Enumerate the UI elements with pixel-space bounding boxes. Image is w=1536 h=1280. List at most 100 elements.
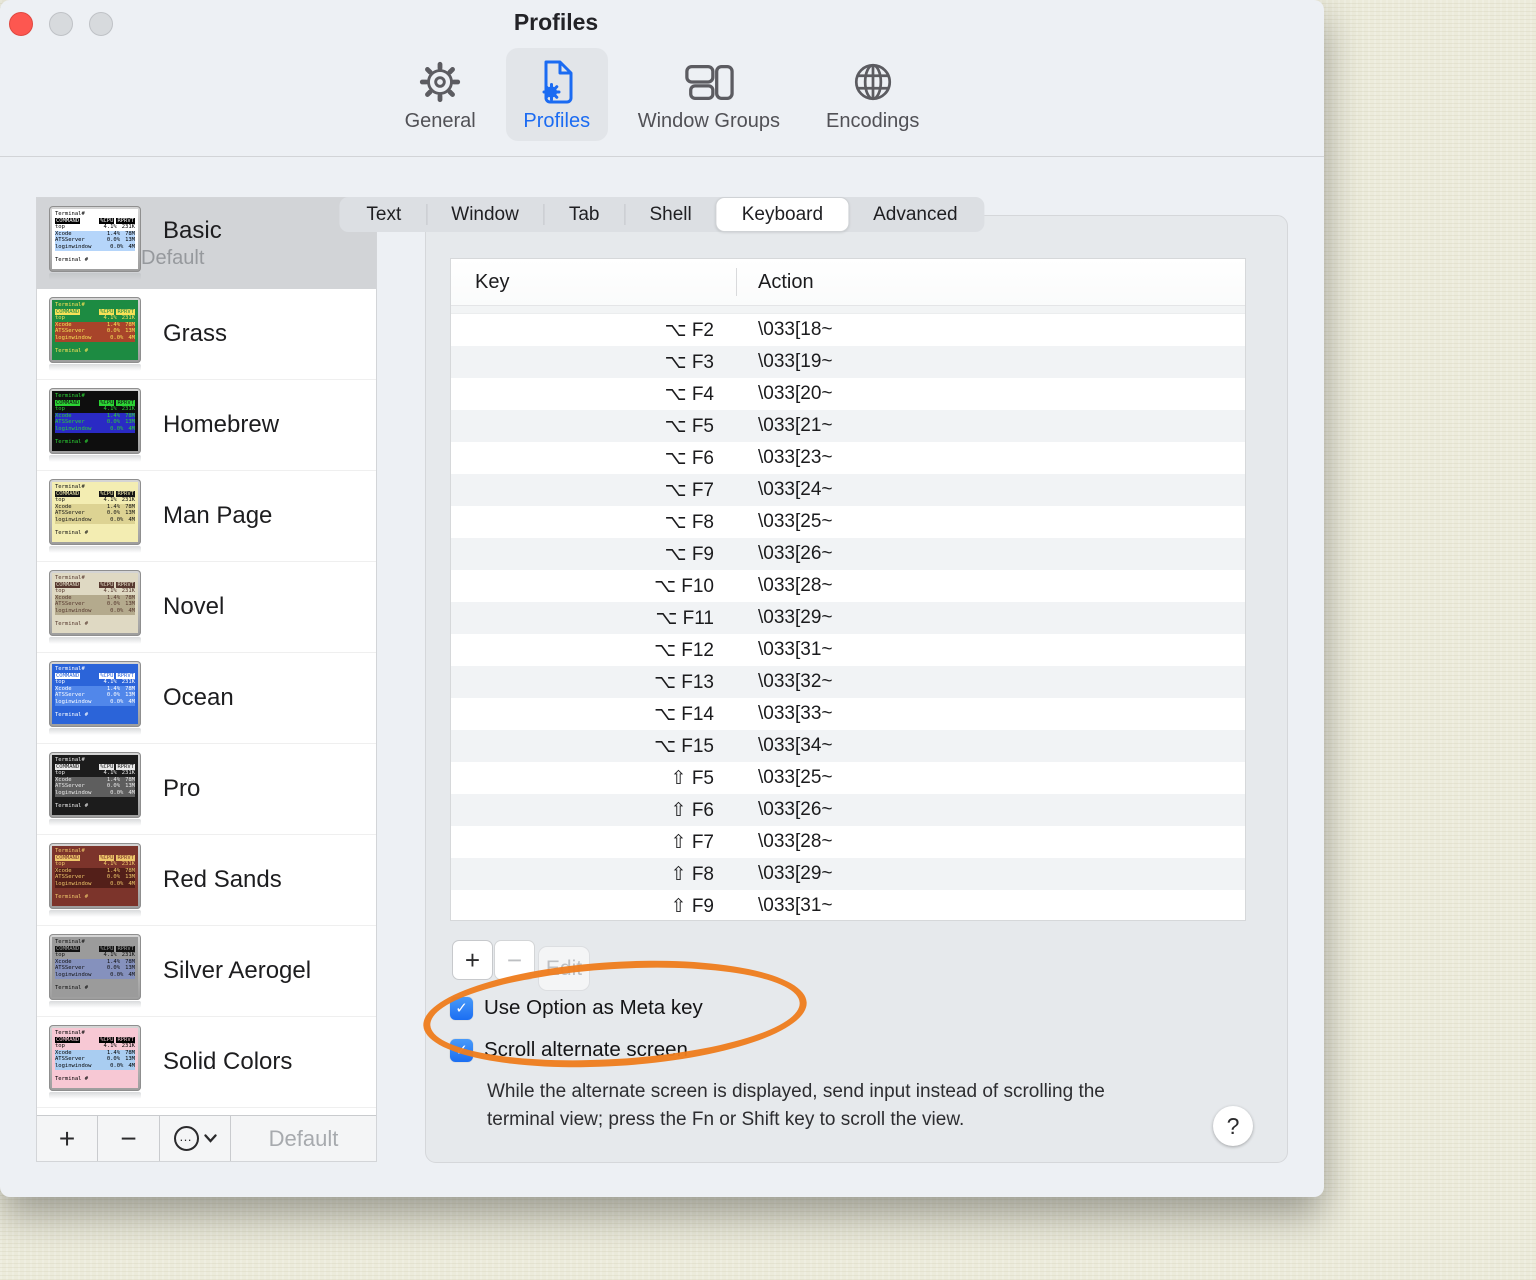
tab-tab[interactable]: Tab xyxy=(543,197,625,232)
use-option-as-meta-key-checkbox[interactable]: ✓ xyxy=(450,996,473,1020)
toolbar-item-label: General xyxy=(404,110,476,132)
add-key-button[interactable]: + xyxy=(452,940,493,980)
action-cell: \033[24~ xyxy=(758,479,833,500)
profile-thumbnail: Terminal# COMMAND %CPU RPRVT top 4.1% 231K Xc… xyxy=(49,297,141,363)
table-row[interactable]: ⇧ F9 \033[31~ xyxy=(451,890,1245,922)
more-options-button[interactable]: … xyxy=(160,1116,231,1161)
table-row[interactable]: ⌥ F6 \033[23~ xyxy=(451,442,1245,474)
profile-row-red-sands[interactable]: Terminal# COMMAND %CPU RPRVT top 4.1% 231K Xc… xyxy=(37,835,376,926)
key-cell: ⌥ F13 xyxy=(654,671,714,693)
toolbar-item-window-groups[interactable]: Window Groups xyxy=(622,48,796,141)
key-cell: ⇧ F9 xyxy=(670,895,714,917)
table-row[interactable]: ⌥ F10 \033[28~ xyxy=(451,570,1245,602)
table-row[interactable]: ⌥ F2 \033[18~ xyxy=(451,314,1245,346)
profile-name: Man Page xyxy=(163,502,273,529)
table-row[interactable]: ⌥ F4 \033[20~ xyxy=(451,378,1245,410)
preferences-window: Profiles General Profiles Window Groups … xyxy=(0,0,1324,1197)
desktop: Profiles General Profiles Window Groups … xyxy=(0,0,1536,1280)
profile-name: Red Sands xyxy=(163,866,282,893)
column-header-key[interactable]: Key xyxy=(451,259,737,305)
table-row[interactable]: ⌥ F7 \033[24~ xyxy=(451,474,1245,506)
action-cell: \033[26~ xyxy=(758,543,833,564)
action-cell: \033[19~ xyxy=(758,351,833,372)
table-row[interactable]: ⌥ F12 \033[31~ xyxy=(451,634,1245,666)
profile-name: Novel xyxy=(163,593,225,620)
table-row[interactable]: ⇧ F7 \033[28~ xyxy=(451,826,1245,858)
action-cell: \033[28~ xyxy=(758,575,833,596)
table-row[interactable]: ⌥ F15 \033[34~ xyxy=(451,730,1245,762)
titlebar: Profiles xyxy=(0,0,1324,48)
table-row[interactable]: ⌥ F8 \033[25~ xyxy=(451,506,1245,538)
key-cell: ⇧ F5 xyxy=(670,767,714,789)
table-row[interactable]: ⌥ F5 \033[21~ xyxy=(451,410,1245,442)
scroll-alternate-screen-checkbox[interactable]: ✓ xyxy=(450,1038,473,1062)
remove-key-button[interactable]: − xyxy=(494,940,535,980)
profile-row-man-page[interactable]: Terminal# COMMAND %CPU RPRVT top 4.1% 231K Xc… xyxy=(37,471,376,562)
table-row[interactable]: ⇧ F5 \033[25~ xyxy=(451,762,1245,794)
scroll-alternate-screen-row: ✓ Scroll alternate screen xyxy=(450,1038,688,1062)
action-cell: \033[29~ xyxy=(758,863,833,884)
profile-list: Terminal# COMMAND %CPU RPRVT top 4.1% 231K Xc… xyxy=(37,198,376,1115)
key-cell: ⌥ F4 xyxy=(664,383,714,405)
sidebar-buttons: + − … Default xyxy=(37,1115,376,1161)
window-title: Profiles xyxy=(513,9,599,35)
profile-row-solid-colors[interactable]: Terminal# COMMAND %CPU RPRVT top 4.1% 231K Xc… xyxy=(37,1017,376,1108)
action-cell: \033[31~ xyxy=(758,639,833,660)
action-cell: \033[23~ xyxy=(758,447,833,468)
scroll-alternate-screen-label: Scroll alternate screen xyxy=(484,1038,688,1061)
action-cell: \033[25~ xyxy=(758,511,833,532)
chevron-down-icon xyxy=(203,1134,217,1143)
check-icon: ✓ xyxy=(455,1042,468,1059)
action-cell: \033[26~ xyxy=(758,799,833,820)
tab-shell[interactable]: Shell xyxy=(624,197,716,232)
profile-row-silver-aerogel[interactable]: Terminal# COMMAND %CPU RPRVT top 4.1% 231K Xc… xyxy=(37,926,376,1017)
tab-advanced[interactable]: Advanced xyxy=(848,197,983,232)
remove-profile-button[interactable]: − xyxy=(98,1116,160,1161)
key-cell: ⌥ F14 xyxy=(654,703,714,725)
profile-row-grass[interactable]: Terminal# COMMAND %CPU RPRVT top 4.1% 231K Xc… xyxy=(37,289,376,380)
table-row[interactable]: ⌥ F9 \033[26~ xyxy=(451,538,1245,570)
toolbar-item-label: Encodings xyxy=(826,110,920,132)
help-button[interactable]: ? xyxy=(1213,1106,1253,1146)
thumbnail-reflection xyxy=(49,455,141,462)
add-profile-button[interactable]: + xyxy=(37,1116,98,1161)
profile-row-novel[interactable]: Terminal# COMMAND %CPU RPRVT top 4.1% 231K Xc… xyxy=(37,562,376,653)
alternate-screen-note: While the alternate screen is displayed,… xyxy=(487,1081,1105,1130)
profile-row-basic[interactable]: Terminal# COMMAND %CPU RPRVT top 4.1% 231K Xc… xyxy=(37,198,376,289)
toolbar-items: General Profiles Window Groups Encodings xyxy=(0,48,1324,157)
table-row[interactable]: ⌥ F11 \033[29~ xyxy=(451,602,1245,634)
profile-thumbnail: Terminal# COMMAND %CPU RPRVT top 4.1% 231K Xc… xyxy=(49,934,141,1000)
profile-name: Solid Colors xyxy=(163,1048,293,1075)
tab-bar: Text Window Tab Shell Keyboard Advanced xyxy=(339,197,985,232)
column-header-action[interactable]: Action xyxy=(737,271,814,294)
table-row[interactable]: ⇧ F6 \033[26~ xyxy=(451,794,1245,826)
toolbar-item-profiles[interactable]: Profiles xyxy=(505,48,608,141)
tab-text[interactable]: Text xyxy=(341,197,426,232)
table-row[interactable]: ⌥ F3 \033[19~ xyxy=(451,346,1245,378)
toolbar-item-label: Window Groups xyxy=(637,110,781,132)
action-cell: \033[28~ xyxy=(758,831,833,852)
profile-row-ocean[interactable]: Terminal# COMMAND %CPU RPRVT top 4.1% 231K Xc… xyxy=(37,653,376,744)
tab-window[interactable]: Window xyxy=(426,197,544,232)
profile-thumbnail: Terminal# COMMAND %CPU RPRVT top 4.1% 231K Xc… xyxy=(49,661,141,727)
table-row[interactable]: ⌥ F13 \033[32~ xyxy=(451,666,1245,698)
action-cell: \033[31~ xyxy=(758,895,833,916)
profile-row-homebrew[interactable]: Terminal# COMMAND %CPU RPRVT top 4.1% 231K Xc… xyxy=(37,380,376,471)
toolbar-item-encodings[interactable]: Encodings xyxy=(810,48,935,141)
profile-row-pro[interactable]: Terminal# COMMAND %CPU RPRVT top 4.1% 231K Xc… xyxy=(37,744,376,835)
action-cell: \033[29~ xyxy=(758,607,833,628)
key-cell: ⌥ F9 xyxy=(664,543,714,565)
toolbar-item-general[interactable]: General xyxy=(389,48,492,141)
table-row[interactable]: ⇧ F8 \033[29~ xyxy=(451,858,1245,890)
table-row[interactable]: ⌥ F14 \033[33~ xyxy=(451,698,1245,730)
thumbnail-reflection xyxy=(49,364,141,371)
default-button[interactable]: Default xyxy=(231,1116,376,1161)
toolbar-item-label: Profiles xyxy=(523,110,591,132)
key-cell: ⌥ F8 xyxy=(664,511,714,533)
action-cell: \033[18~ xyxy=(758,319,833,340)
tab-keyboard[interactable]: Keyboard xyxy=(716,198,849,231)
edit-key-button[interactable]: Edit xyxy=(538,946,590,991)
key-cell: ⌥ F12 xyxy=(654,639,714,661)
thumbnail-reflection xyxy=(49,273,141,280)
key-cell: ⇧ F6 xyxy=(670,799,714,821)
